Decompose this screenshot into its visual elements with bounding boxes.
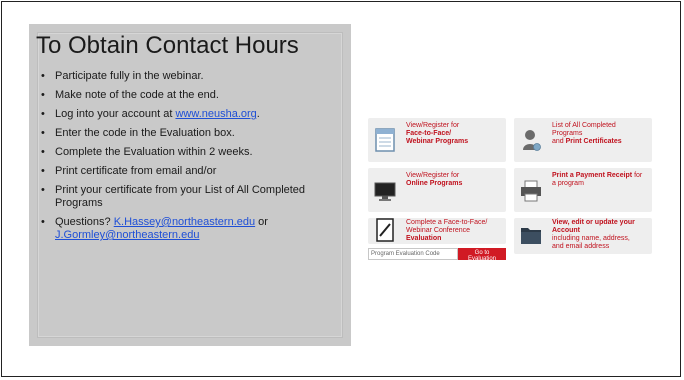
payment-receipt-card[interactable]: Print a Payment Receipt for a program — [514, 168, 652, 212]
account-update-card[interactable]: View, edit or update your Account includ… — [514, 218, 652, 254]
card-text: View/Register for Face-to-Face/ Webinar … — [406, 122, 469, 145]
printer-icon — [521, 180, 541, 202]
bullet-item: Print certificate from email and/or — [37, 165, 337, 178]
account-options-panel: View/Register for Face-to-Face/ Webinar … — [368, 118, 653, 264]
email-link-gormley[interactable]: J.Gormley@northeastern.edu — [55, 229, 199, 241]
bullet-item: Log into your account at www.neusha.org. — [37, 108, 337, 121]
instructions-list: Participate fully in the webinar. Make n… — [37, 70, 337, 248]
bullet-item: Print your certificate from your List of… — [37, 184, 337, 210]
go-to-evaluation-button[interactable]: Go to Evaluation — [458, 248, 506, 262]
program-evaluation-code-input[interactable]: Program Evaluation Code — [368, 248, 458, 260]
edit-document-icon — [376, 218, 394, 242]
bullet-item: Make note of the code at the end. — [37, 89, 337, 102]
calendar-icon — [375, 128, 395, 152]
card-text: View, edit or update your Account includ… — [552, 219, 635, 250]
folder-icon — [521, 228, 541, 244]
user-certificate-icon — [523, 130, 541, 151]
card-text: View/Register for Online Programs — [406, 172, 463, 187]
bullet-item: Participate fully in the webinar. — [37, 70, 337, 83]
online-programs-card[interactable]: View/Register for Online Programs — [368, 168, 506, 212]
evaluation-code-row: Program Evaluation Code Go to Evaluation — [368, 248, 506, 262]
neusha-link[interactable]: www.neusha.org — [175, 108, 256, 120]
completed-programs-card[interactable]: List of All Completed Programs and Print… — [514, 118, 652, 162]
email-link-hassey[interactable]: K.Hassey@northeastern.edu — [114, 216, 255, 228]
card-text: List of All Completed Programs and Print… — [552, 122, 622, 145]
bullet-item: Enter the code in the Evaluation box. — [37, 127, 337, 140]
card-text: Complete a Face-to-Face/ Webinar Confere… — [406, 219, 488, 242]
bullet-item: Questions? K.Hassey@northeastern.edu or … — [37, 216, 337, 242]
slide-title: To Obtain Contact Hours — [36, 32, 299, 59]
register-face-to-face-card[interactable]: View/Register for Face-to-Face/ Webinar … — [368, 118, 506, 162]
card-text: Print a Payment Receipt for a program — [552, 172, 643, 187]
bullet-item: Complete the Evaluation within 2 weeks. — [37, 146, 337, 159]
monitor-icon — [374, 182, 396, 201]
evaluation-card[interactable]: Complete a Face-to-Face/ Webinar Confere… — [368, 218, 506, 244]
